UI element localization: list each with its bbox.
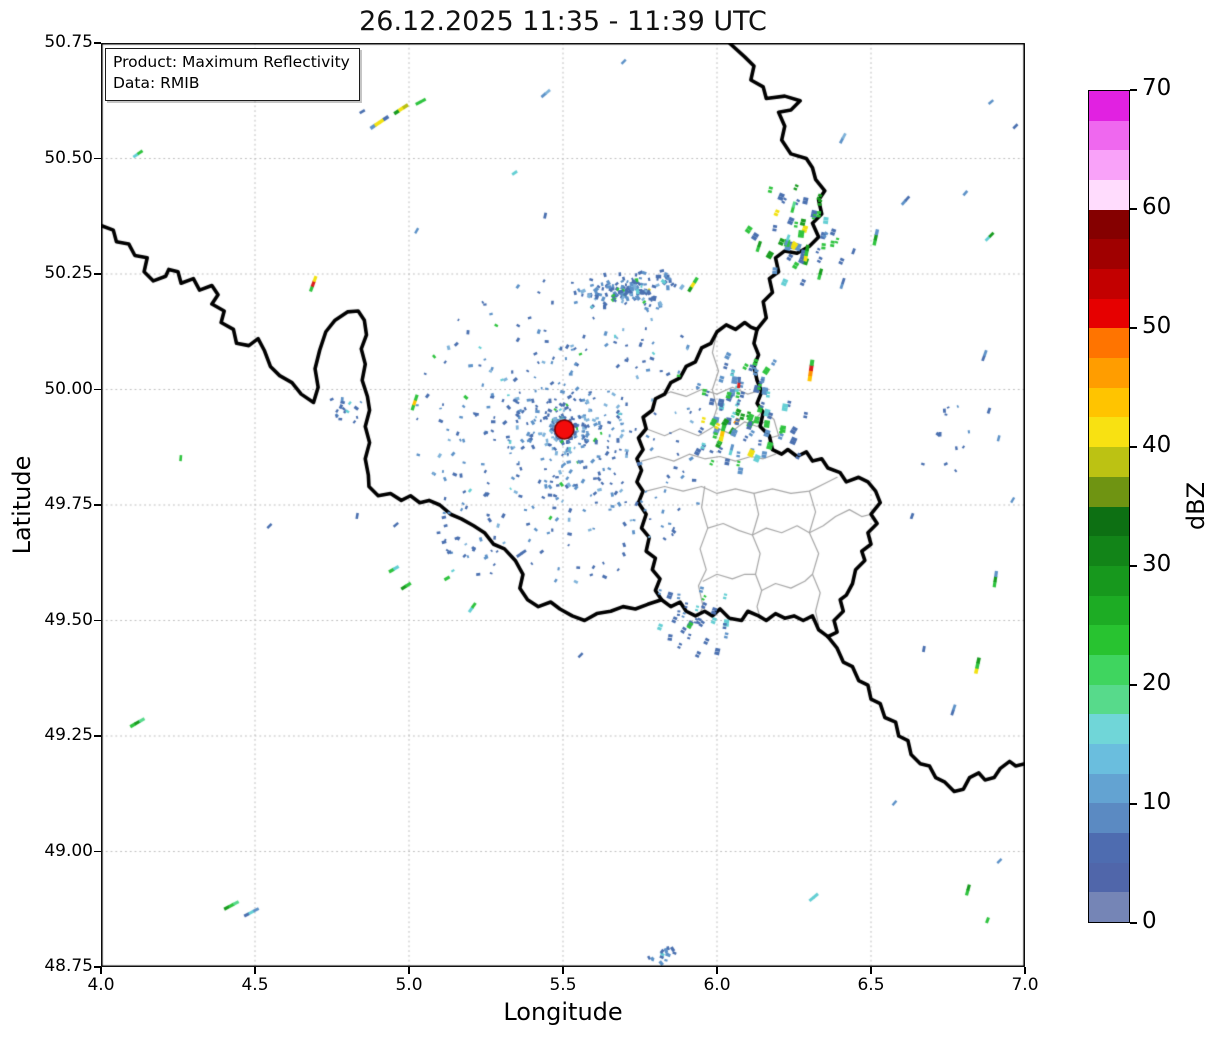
x-tick-mark <box>562 967 564 974</box>
colorbar-tick-mark <box>1130 803 1137 805</box>
annotation-product-line: Product: Maximum Reflectivity <box>113 53 350 71</box>
colorbar-segment <box>1089 595 1129 626</box>
y-tick-label: 50.00 <box>44 378 93 399</box>
colorbar-segment <box>1089 624 1129 655</box>
y-tick-label: 49.75 <box>44 494 93 514</box>
y-tick-mark <box>94 273 101 275</box>
colorbar-tick-mark <box>1130 922 1137 924</box>
x-tick-label: 4.0 <box>87 975 115 995</box>
colorbar-segment <box>1089 535 1129 566</box>
colorbar-segment <box>1089 357 1129 388</box>
y-tick-mark <box>94 157 101 160</box>
colorbar-segment <box>1089 743 1129 774</box>
x-tick-mark <box>716 967 718 974</box>
colorbar-tick-mark <box>1130 684 1137 686</box>
x-tick-label: 6.5 <box>857 975 885 995</box>
colorbar-segment <box>1089 446 1129 477</box>
colorbar-segment <box>1089 149 1129 181</box>
figure: 26.12.2025 11:35 - 11:39 UTC Product: Ma… <box>0 0 1219 1040</box>
colorbar-segment <box>1089 565 1129 596</box>
colorbar-segment <box>1089 862 1129 893</box>
annotation-box: Product: Maximum Reflectivity Data: RMIB <box>105 48 360 101</box>
colorbar-tick-label: 60 <box>1142 194 1172 220</box>
colorbar-tick-label: 30 <box>1142 551 1172 577</box>
x-tick-mark <box>100 967 102 974</box>
colorbar <box>1088 90 1130 923</box>
colorbar-tick-mark <box>1130 446 1137 448</box>
colorbar-tick-label: 20 <box>1142 670 1172 696</box>
y-tick-label: 49.25 <box>44 725 93 745</box>
colorbar-segment <box>1089 120 1129 151</box>
y-tick-label: 50.75 <box>44 32 93 52</box>
colorbar-tick-label: 40 <box>1142 432 1172 458</box>
x-tick-label: 5.5 <box>549 975 577 995</box>
colorbar-segment <box>1089 209 1129 240</box>
chart-title: 26.12.2025 11:35 - 11:39 UTC <box>359 6 767 37</box>
colorbar-segment <box>1089 476 1129 507</box>
annotation-data-line: Data: RMIB <box>113 74 200 93</box>
colorbar-tick-label: 70 <box>1142 75 1172 101</box>
colorbar-tick-mark <box>1130 327 1137 329</box>
y-tick-label: 49.00 <box>44 840 93 861</box>
colorbar-segment <box>1089 506 1129 537</box>
colorbar-segment <box>1089 802 1129 833</box>
x-tick-label: 5.0 <box>395 975 423 995</box>
x-tick-label: 7.0 <box>1011 975 1039 995</box>
colorbar-segment <box>1089 891 1129 922</box>
y-tick-mark <box>94 42 101 44</box>
colorbar-tick-mark <box>1130 208 1137 210</box>
colorbar-segment <box>1089 713 1129 744</box>
y-tick-label: 48.75 <box>44 956 93 976</box>
colorbar-segment <box>1089 268 1129 299</box>
y-tick-mark <box>94 619 101 622</box>
x-tick-label: 4.5 <box>241 975 269 995</box>
colorbar-tick-label: 0 <box>1142 908 1157 934</box>
x-tick-mark <box>408 967 410 974</box>
y-tick-mark <box>94 388 101 391</box>
x-axis-label: Longitude <box>503 998 623 1026</box>
colorbar-segment <box>1089 832 1129 863</box>
colorbar-segment <box>1089 417 1129 448</box>
colorbar-segment <box>1089 684 1129 715</box>
x-tick-mark <box>870 967 872 974</box>
y-tick-mark <box>94 735 101 737</box>
colorbar-tick-label: 50 <box>1142 313 1172 339</box>
colorbar-label: dBZ <box>1182 481 1210 531</box>
colorbar-tick-mark <box>1130 565 1137 567</box>
colorbar-segment <box>1089 298 1129 329</box>
y-tick-label: 50.50 <box>44 147 93 168</box>
y-tick-mark <box>94 504 101 506</box>
x-tick-mark <box>1024 967 1026 974</box>
colorbar-tick-mark <box>1130 89 1137 91</box>
colorbar-segment <box>1089 387 1129 418</box>
colorbar-segment <box>1089 238 1129 270</box>
x-tick-label: 6.0 <box>703 975 731 995</box>
x-tick-mark <box>254 967 256 974</box>
colorbar-segment <box>1089 654 1129 685</box>
colorbar-segment <box>1089 90 1129 121</box>
radar-map-canvas <box>101 43 1025 967</box>
y-tick-mark <box>94 966 101 968</box>
colorbar-segment <box>1089 773 1129 804</box>
y-tick-mark <box>94 850 101 853</box>
colorbar-segment <box>1089 179 1129 210</box>
colorbar-tick-label: 10 <box>1142 789 1172 815</box>
y-tick-label: 49.50 <box>44 609 93 630</box>
colorbar-segment <box>1089 328 1129 359</box>
map-plot-area: Product: Maximum Reflectivity Data: RMIB <box>101 43 1025 967</box>
y-tick-label: 50.25 <box>44 263 93 283</box>
